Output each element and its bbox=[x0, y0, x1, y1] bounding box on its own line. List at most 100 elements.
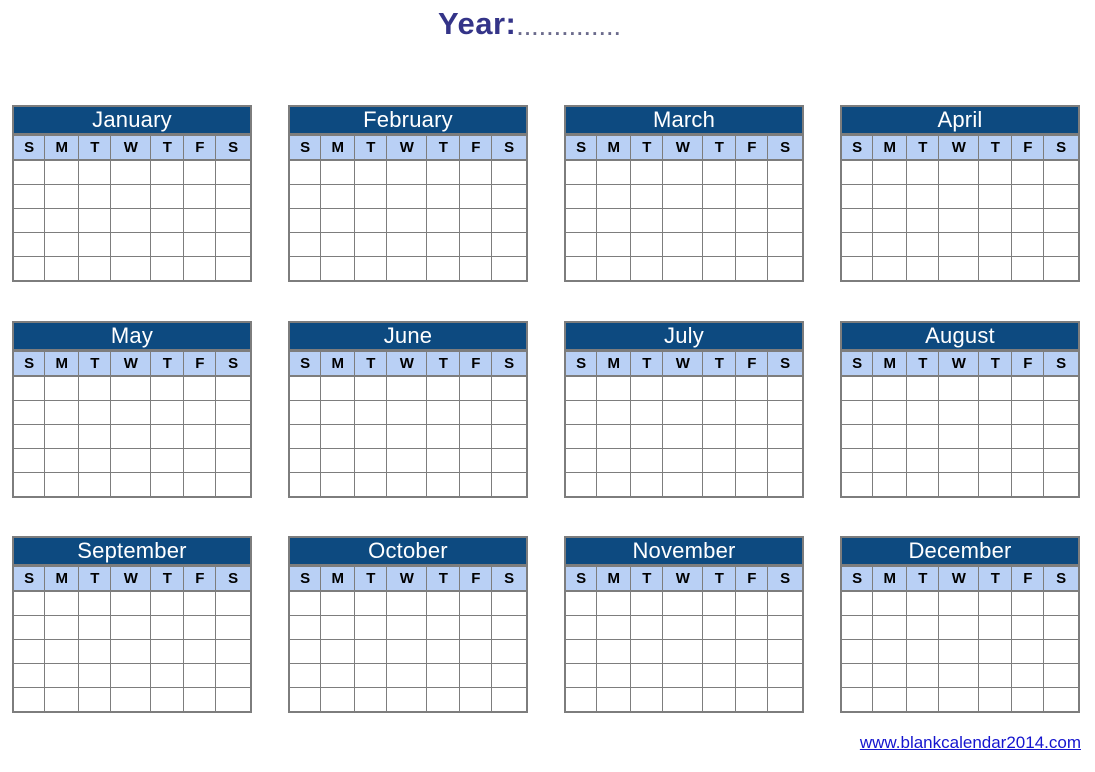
day-cell[interactable] bbox=[215, 184, 250, 209]
day-cell[interactable] bbox=[1043, 159, 1078, 185]
day-cell[interactable] bbox=[150, 232, 185, 257]
day-cell[interactable] bbox=[386, 590, 428, 616]
day-cell[interactable] bbox=[662, 375, 704, 401]
day-cell[interactable] bbox=[426, 615, 461, 640]
day-cell[interactable] bbox=[78, 400, 112, 425]
day-cell[interactable] bbox=[1043, 424, 1078, 449]
day-cell[interactable] bbox=[354, 159, 388, 185]
day-cell[interactable] bbox=[215, 663, 250, 688]
day-cell[interactable] bbox=[1011, 687, 1045, 711]
day-cell[interactable] bbox=[767, 472, 802, 496]
day-cell[interactable] bbox=[767, 232, 802, 257]
day-cell[interactable] bbox=[354, 615, 388, 640]
day-cell[interactable] bbox=[215, 590, 250, 616]
day-cell[interactable] bbox=[596, 424, 632, 449]
day-cell[interactable] bbox=[906, 663, 940, 688]
day-cell[interactable] bbox=[596, 184, 632, 209]
day-cell[interactable] bbox=[150, 472, 185, 496]
day-cell[interactable] bbox=[630, 375, 664, 401]
day-cell[interactable] bbox=[290, 615, 322, 640]
day-cell[interactable] bbox=[78, 472, 112, 496]
day-cell[interactable] bbox=[842, 232, 874, 257]
day-cell[interactable] bbox=[78, 159, 112, 185]
day-cell[interactable] bbox=[183, 639, 217, 664]
day-cell[interactable] bbox=[566, 208, 598, 233]
day-cell[interactable] bbox=[44, 256, 80, 280]
day-cell[interactable] bbox=[978, 687, 1013, 711]
day-cell[interactable] bbox=[290, 159, 322, 185]
day-cell[interactable] bbox=[842, 159, 874, 185]
day-cell[interactable] bbox=[426, 208, 461, 233]
day-cell[interactable] bbox=[150, 687, 185, 711]
day-cell[interactable] bbox=[906, 232, 940, 257]
day-cell[interactable] bbox=[459, 687, 493, 711]
day-cell[interactable] bbox=[735, 663, 769, 688]
day-cell[interactable] bbox=[842, 663, 874, 688]
day-cell[interactable] bbox=[426, 375, 461, 401]
day-cell[interactable] bbox=[215, 424, 250, 449]
day-cell[interactable] bbox=[906, 400, 940, 425]
day-cell[interactable] bbox=[426, 232, 461, 257]
day-cell[interactable] bbox=[183, 424, 217, 449]
day-cell[interactable] bbox=[215, 615, 250, 640]
day-cell[interactable] bbox=[110, 590, 152, 616]
day-cell[interactable] bbox=[630, 472, 664, 496]
day-cell[interactable] bbox=[566, 590, 598, 616]
day-cell[interactable] bbox=[150, 184, 185, 209]
day-cell[interactable] bbox=[354, 184, 388, 209]
day-cell[interactable] bbox=[491, 232, 526, 257]
day-cell[interactable] bbox=[44, 208, 80, 233]
day-cell[interactable] bbox=[110, 375, 152, 401]
source-website-link[interactable]: www.blankcalendar2014.com bbox=[860, 733, 1081, 752]
day-cell[interactable] bbox=[491, 663, 526, 688]
day-cell[interactable] bbox=[1011, 663, 1045, 688]
day-cell[interactable] bbox=[110, 424, 152, 449]
day-cell[interactable] bbox=[1011, 472, 1045, 496]
day-cell[interactable] bbox=[938, 424, 980, 449]
day-cell[interactable] bbox=[735, 590, 769, 616]
day-cell[interactable] bbox=[44, 639, 80, 664]
day-cell[interactable] bbox=[630, 590, 664, 616]
day-cell[interactable] bbox=[872, 472, 908, 496]
day-cell[interactable] bbox=[767, 615, 802, 640]
day-cell[interactable] bbox=[662, 687, 704, 711]
day-cell[interactable] bbox=[596, 400, 632, 425]
day-cell[interactable] bbox=[150, 615, 185, 640]
day-cell[interactable] bbox=[320, 590, 356, 616]
day-cell[interactable] bbox=[320, 424, 356, 449]
day-cell[interactable] bbox=[150, 424, 185, 449]
day-cell[interactable] bbox=[78, 590, 112, 616]
day-cell[interactable] bbox=[842, 400, 874, 425]
day-cell[interactable] bbox=[183, 232, 217, 257]
day-cell[interactable] bbox=[110, 448, 152, 473]
day-cell[interactable] bbox=[842, 184, 874, 209]
day-cell[interactable] bbox=[491, 256, 526, 280]
day-cell[interactable] bbox=[906, 159, 940, 185]
day-cell[interactable] bbox=[320, 256, 356, 280]
day-cell[interactable] bbox=[215, 472, 250, 496]
day-cell[interactable] bbox=[150, 448, 185, 473]
day-cell[interactable] bbox=[662, 184, 704, 209]
day-cell[interactable] bbox=[78, 663, 112, 688]
day-cell[interactable] bbox=[938, 639, 980, 664]
day-cell[interactable] bbox=[110, 232, 152, 257]
day-cell[interactable] bbox=[426, 472, 461, 496]
day-cell[interactable] bbox=[872, 590, 908, 616]
day-cell[interactable] bbox=[459, 375, 493, 401]
day-cell[interactable] bbox=[44, 687, 80, 711]
day-cell[interactable] bbox=[14, 472, 46, 496]
day-cell[interactable] bbox=[1011, 615, 1045, 640]
day-cell[interactable] bbox=[662, 448, 704, 473]
day-cell[interactable] bbox=[735, 159, 769, 185]
day-cell[interactable] bbox=[78, 687, 112, 711]
day-cell[interactable] bbox=[662, 208, 704, 233]
day-cell[interactable] bbox=[872, 615, 908, 640]
day-cell[interactable] bbox=[1011, 208, 1045, 233]
day-cell[interactable] bbox=[14, 639, 46, 664]
day-cell[interactable] bbox=[150, 400, 185, 425]
day-cell[interactable] bbox=[386, 615, 428, 640]
day-cell[interactable] bbox=[872, 375, 908, 401]
day-cell[interactable] bbox=[14, 687, 46, 711]
day-cell[interactable] bbox=[978, 400, 1013, 425]
day-cell[interactable] bbox=[426, 639, 461, 664]
